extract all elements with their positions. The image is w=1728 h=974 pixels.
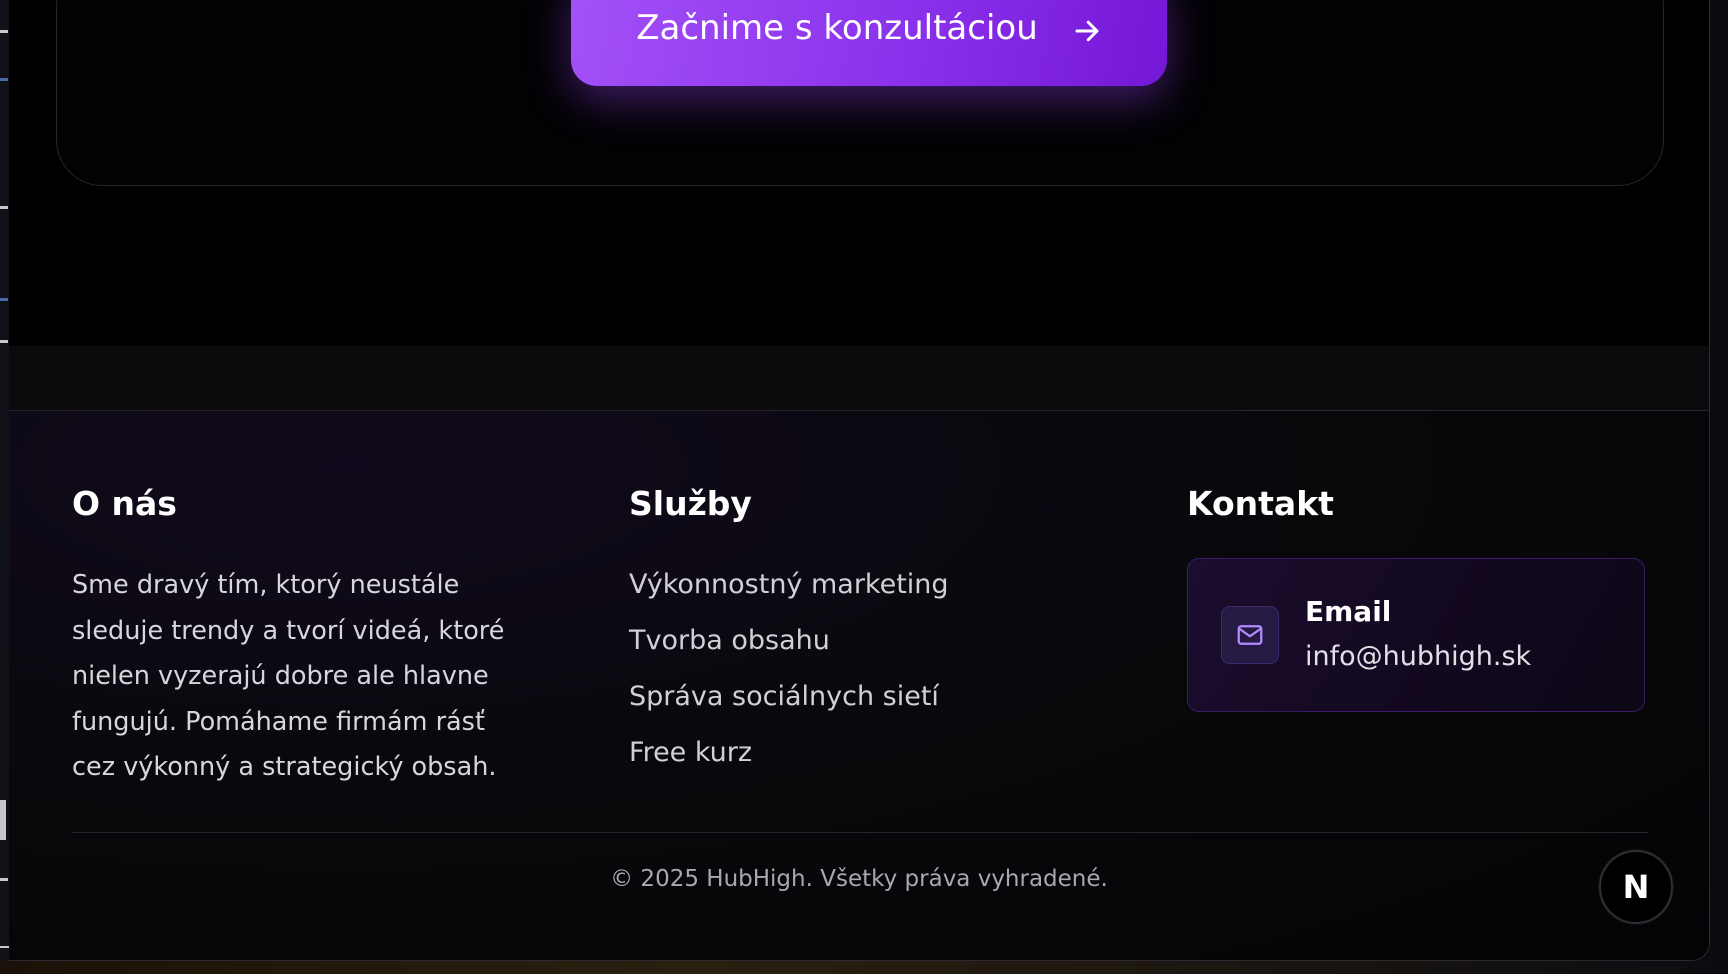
services-list-item: Výkonnostný marketing xyxy=(629,557,949,613)
consultation-button[interactable]: Začnime s konzultáciou xyxy=(571,0,1167,86)
services-list-item: Správa sociálnych sietí xyxy=(629,669,949,725)
edge-marker xyxy=(0,340,8,343)
badge-letter: N xyxy=(1622,868,1650,906)
email-address-link[interactable]: info@hubhigh.sk xyxy=(1305,641,1531,672)
mail-icon-box xyxy=(1221,606,1279,664)
services-list-item: Tvorba obsahu xyxy=(629,613,949,669)
nextjs-icon[interactable]: N xyxy=(1599,850,1673,924)
edge-marker xyxy=(0,878,8,881)
service-link-social-media[interactable]: Správa sociálnych sietí xyxy=(629,681,939,712)
edge-marker xyxy=(0,30,8,33)
consultation-button-label: Začnime s konzultáciou xyxy=(636,8,1038,48)
services-column: Služby Výkonnostný marketing Tvorba obsa… xyxy=(629,484,949,781)
services-list: Výkonnostný marketing Tvorba obsahu Sprá… xyxy=(629,557,949,781)
desktop-background xyxy=(0,960,1728,974)
edge-marker xyxy=(0,206,8,209)
right-window-edge xyxy=(1710,0,1728,974)
edge-marker xyxy=(0,298,8,301)
service-link-content-creation[interactable]: Tvorba obsahu xyxy=(629,625,830,656)
about-column: O nás Sme dravý tím, ktorý neustále sled… xyxy=(72,484,532,791)
footer-divider xyxy=(72,832,1648,833)
edge-marker xyxy=(0,78,8,81)
browser-page: Začnime s konzultáciou O nás Sme dravý t… xyxy=(9,0,1710,961)
about-text: Sme dravý tím, ktorý neustále sleduje tr… xyxy=(72,570,505,782)
contact-column: Kontakt Email info@hubhigh.sk xyxy=(1187,484,1645,712)
email-contact-card[interactable]: Email info@hubhigh.sk xyxy=(1187,558,1645,712)
edge-marker xyxy=(0,800,6,840)
email-label: Email xyxy=(1305,595,1392,628)
services-heading: Služby xyxy=(629,484,752,523)
mail-icon xyxy=(1237,625,1263,645)
contact-heading: Kontakt xyxy=(1187,484,1334,523)
service-link-free-course[interactable]: Free kurz xyxy=(629,737,752,768)
services-list-item: Free kurz xyxy=(629,725,949,781)
about-heading: O nás xyxy=(72,484,177,523)
arrow-right-icon xyxy=(1075,20,1099,42)
copyright-text: © 2025 HubHigh. Všetky práva vyhradené. xyxy=(610,866,1108,892)
site-footer: O nás Sme dravý tím, ktorý neustále sled… xyxy=(9,411,1709,960)
service-link-performance-marketing[interactable]: Výkonnostný marketing xyxy=(629,569,949,600)
section-divider-band xyxy=(9,346,1709,411)
